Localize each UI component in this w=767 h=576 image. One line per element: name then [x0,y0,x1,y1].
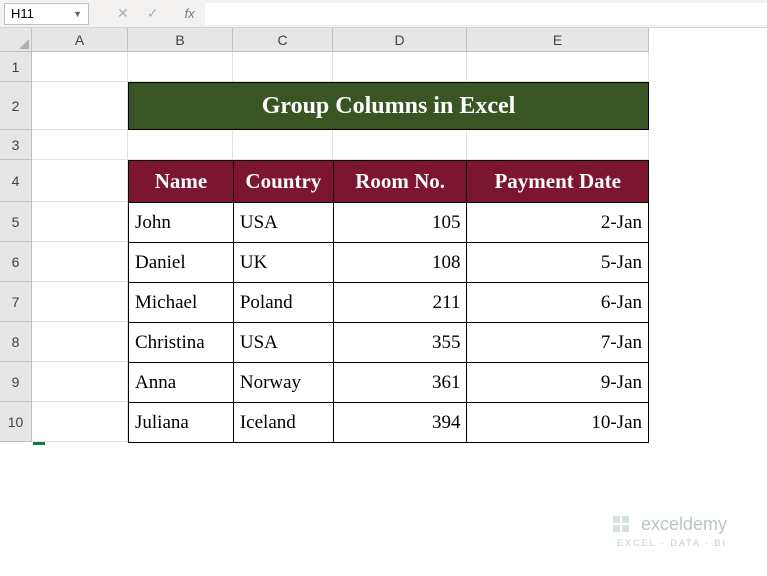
table-cell[interactable]: John [129,203,234,243]
name-box-dropdown-icon[interactable]: ▼ [73,9,82,19]
table-cell[interactable]: Juliana [129,403,234,443]
cell[interactable] [32,282,128,322]
cancel-icon: ✕ [117,5,129,22]
row-header-7[interactable]: 7 [0,282,32,322]
column-header-A[interactable]: A [32,28,128,52]
cell[interactable] [32,52,128,82]
table-cell[interactable]: 105 [333,203,467,243]
table-cell[interactable]: 394 [333,403,467,443]
cell[interactable] [32,362,128,402]
row-header-8[interactable]: 8 [0,322,32,362]
row-header-9[interactable]: 9 [0,362,32,402]
table-cell[interactable]: Anna [129,363,234,403]
cell[interactable] [333,130,467,160]
cell[interactable] [32,130,128,160]
cell[interactable] [467,130,649,160]
table-cell[interactable]: Iceland [233,403,333,443]
table-cell[interactable]: 10-Jan [467,403,649,443]
table-cell[interactable]: 361 [333,363,467,403]
cell[interactable] [32,402,128,442]
formula-bar-row: H11 ▼ ✕ ✓ fx [0,0,767,28]
row-header-6[interactable]: 6 [0,242,32,282]
table-row: ChristinaUSA3557-Jan [129,323,649,363]
table-header-cell[interactable]: Country [233,161,333,203]
grid-header-row: ABCDE [0,28,767,52]
table-header-cell[interactable]: Room No. [333,161,467,203]
fx-icon[interactable]: fx [184,6,194,21]
watermark: exceldemy [609,512,727,536]
table-cell[interactable]: 7-Jan [467,323,649,363]
cell[interactable] [32,82,128,130]
cell[interactable] [467,52,649,82]
column-header-E[interactable]: E [467,28,649,52]
cell[interactable] [32,242,128,282]
confirm-icon: ✓ [147,5,159,22]
table-cell[interactable]: 2-Jan [467,203,649,243]
select-all-corner[interactable] [0,28,32,52]
cell[interactable] [32,322,128,362]
table-row: MichaelPoland2116-Jan [129,283,649,323]
table-body: JohnUSA1052-JanDanielUK1085-JanMichaelPo… [129,203,649,443]
name-box[interactable]: H11 ▼ [4,3,89,25]
sheet-body: Group Columns in Excel NameCountryRoom N… [32,52,649,442]
table-header-cell[interactable]: Name [129,161,234,203]
grid-body: 12345678910 Group Columns in Excel NameC… [0,52,767,442]
table-header-cell[interactable]: Payment Date [467,161,649,203]
table-cell[interactable]: 9-Jan [467,363,649,403]
table-row: DanielUK1085-Jan [129,243,649,283]
row-headers: 12345678910 [0,52,32,442]
row-header-4[interactable]: 4 [0,160,32,202]
table-cell[interactable]: USA [233,323,333,363]
cell[interactable] [233,52,333,82]
cell[interactable] [32,202,128,242]
row-header-5[interactable]: 5 [0,202,32,242]
cell[interactable] [128,52,233,82]
selection-indicator [33,442,45,445]
watermark-subtitle: EXCEL · DATA · BI [617,538,727,548]
title-text: Group Columns in Excel [262,93,516,120]
table-cell[interactable]: Michael [129,283,234,323]
table-cell[interactable]: 6-Jan [467,283,649,323]
watermark-icon [609,512,633,536]
table-cell[interactable]: UK [233,243,333,283]
table-cell[interactable]: 355 [333,323,467,363]
table-row: JulianaIceland39410-Jan [129,403,649,443]
column-header-B[interactable]: B [128,28,233,52]
table-cell[interactable]: Poland [233,283,333,323]
cell[interactable] [128,130,233,160]
watermark-text: exceldemy [641,514,727,535]
row-header-2[interactable]: 2 [0,82,32,130]
cell[interactable] [32,160,128,202]
cell[interactable] [333,52,467,82]
table-row: AnnaNorway3619-Jan [129,363,649,403]
table-header-row: NameCountryRoom No.Payment Date [129,161,649,203]
data-table: NameCountryRoom No.Payment Date JohnUSA1… [128,160,649,443]
formula-icons: ✕ ✓ fx [117,5,195,22]
table-cell[interactable]: USA [233,203,333,243]
column-header-C[interactable]: C [233,28,333,52]
name-box-value: H11 [11,6,34,21]
column-header-D[interactable]: D [333,28,467,52]
column-headers: ABCDE [32,28,649,52]
table-cell[interactable]: 5-Jan [467,243,649,283]
table-cell[interactable]: 108 [333,243,467,283]
table-cell[interactable]: Norway [233,363,333,403]
formula-input[interactable] [205,3,767,25]
row-header-1[interactable]: 1 [0,52,32,82]
table-cell[interactable]: Daniel [129,243,234,283]
row-header-3[interactable]: 3 [0,130,32,160]
table-cell[interactable]: Christina [129,323,234,363]
title-banner: Group Columns in Excel [128,82,649,130]
table-cell[interactable]: 211 [333,283,467,323]
cell[interactable] [233,130,333,160]
table-row: JohnUSA1052-Jan [129,203,649,243]
row-header-10[interactable]: 10 [0,402,32,442]
